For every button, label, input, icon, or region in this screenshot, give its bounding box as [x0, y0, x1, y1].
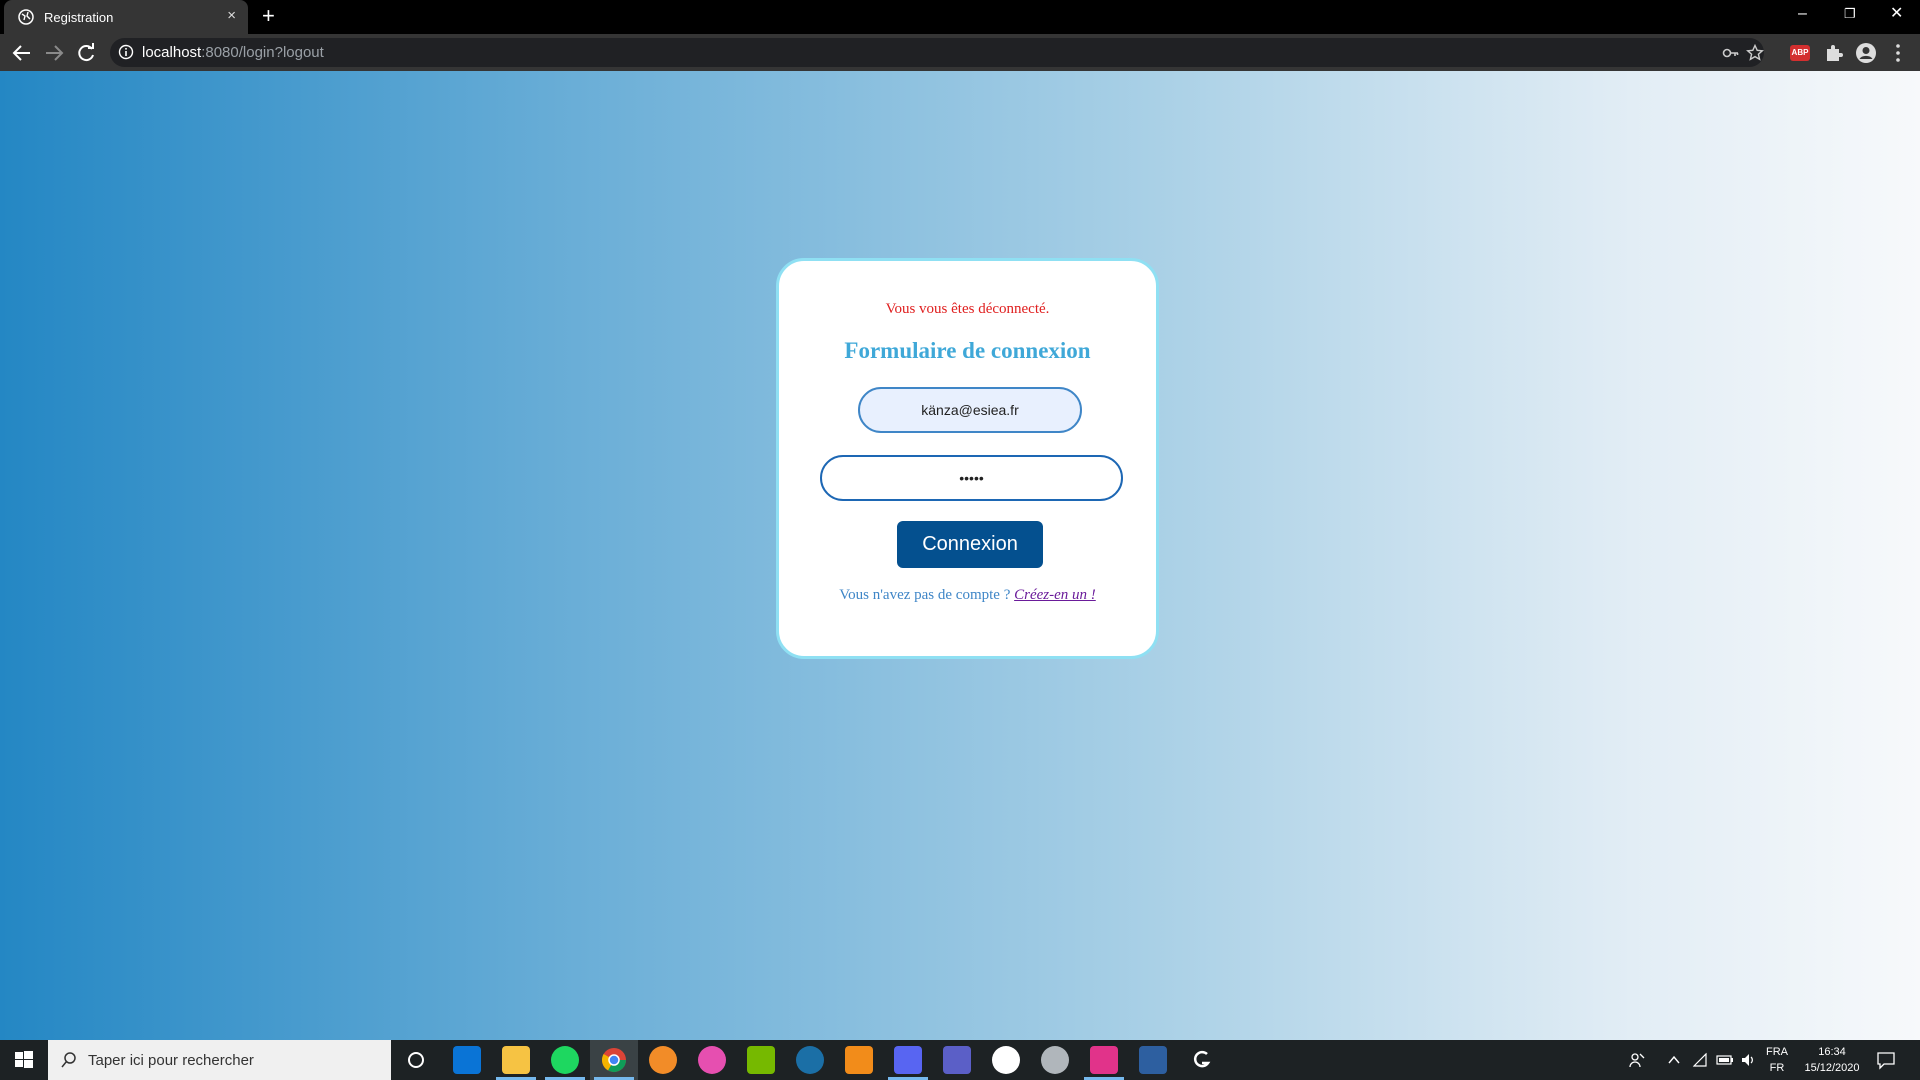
wifi-icon[interactable]	[1692, 1052, 1708, 1068]
language-code: FRA	[1766, 1046, 1788, 1058]
mail-icon[interactable]	[453, 1046, 481, 1074]
search-placeholder: Taper ici pour rechercher	[88, 1052, 254, 1069]
extensions-puzzle-icon[interactable]	[1822, 41, 1846, 65]
reload-icon[interactable]	[74, 41, 98, 65]
people-icon[interactable]	[1628, 1051, 1646, 1069]
fl-studio-icon[interactable]	[649, 1046, 677, 1074]
clock-time: 16:34	[1818, 1046, 1846, 1058]
app-icon[interactable]	[1041, 1046, 1069, 1074]
windows-start-icon[interactable]	[0, 1040, 48, 1080]
forward-arrow-icon[interactable]	[42, 41, 66, 65]
form-heading: Formulaire de connexion	[844, 338, 1091, 363]
tab-close-icon[interactable]: ×	[227, 8, 236, 24]
email-input[interactable]	[858, 387, 1082, 433]
key-icon[interactable]	[1722, 44, 1740, 62]
login-card: Vous vous êtes déconnecté. Formulaire de…	[776, 258, 1159, 659]
minimize-button[interactable]: –	[1798, 4, 1807, 24]
create-account-link[interactable]: Créez-en un !	[1014, 587, 1096, 603]
sublime-text-icon[interactable]	[845, 1046, 873, 1074]
browser-tab[interactable]: Registration ×	[4, 0, 248, 34]
password-input[interactable]	[820, 455, 1123, 501]
logout-message: Vous vous êtes déconnecté.	[885, 301, 1050, 317]
url-path: :8080/login?logout	[201, 44, 324, 61]
cortana-icon[interactable]	[402, 1046, 430, 1074]
logitech-icon[interactable]	[1188, 1046, 1216, 1074]
battery-icon[interactable]	[1716, 1052, 1734, 1068]
intellij-icon[interactable]	[1090, 1046, 1118, 1074]
windows-taskbar: Taper ici pour rechercher FRA FR 16:34 1…	[0, 1040, 1920, 1080]
nvidia-icon[interactable]	[747, 1046, 775, 1074]
connexion-button[interactable]: Connexion	[897, 521, 1043, 568]
restore-button[interactable]: ❐	[1844, 4, 1856, 24]
info-icon[interactable]	[118, 44, 134, 60]
profile-avatar-icon[interactable]	[1854, 41, 1878, 65]
bookmark-star-icon[interactable]	[1746, 44, 1764, 62]
clock[interactable]: 16:34 15/12/2020	[1800, 1044, 1864, 1076]
more-menu-icon[interactable]	[1886, 41, 1910, 65]
obs-icon[interactable]	[992, 1046, 1020, 1074]
volume-icon[interactable]	[1740, 1052, 1756, 1068]
search-icon	[61, 1052, 76, 1068]
address-bar[interactable]: localhost:8080/login?logout	[110, 38, 1764, 67]
teams-icon[interactable]	[943, 1046, 971, 1074]
tab-title: Registration	[44, 10, 114, 25]
browser-toolbar: localhost:8080/login?logout ABP	[0, 34, 1920, 71]
chevron-up-icon[interactable]	[1666, 1052, 1682, 1068]
adblock-icon[interactable]: ABP	[1790, 45, 1810, 61]
steam-icon[interactable]	[796, 1046, 824, 1074]
back-arrow-icon[interactable]	[10, 41, 34, 65]
new-tab-button[interactable]: +	[262, 5, 275, 27]
language-indicator[interactable]: FRA FR	[1762, 1044, 1792, 1076]
keyboard-layout: FR	[1769, 1062, 1785, 1074]
globe-icon	[18, 9, 34, 25]
window-close-button[interactable]: ✕	[1890, 4, 1903, 24]
url-host: localhost	[142, 44, 202, 61]
page-background: Vous vous êtes déconnecté. Formulaire de…	[0, 71, 1920, 1040]
no-account-text: Vous n'avez pas de compte ?	[839, 587, 1015, 603]
url-text: localhost:8080/login?logout	[142, 44, 324, 61]
signup-prompt: Vous n'avez pas de compte ? Créez-en un …	[779, 587, 1156, 604]
taskbar-search[interactable]: Taper ici pour rechercher	[48, 1040, 391, 1080]
ssms-icon[interactable]	[1139, 1046, 1167, 1074]
discord-icon[interactable]	[894, 1046, 922, 1074]
browser-tab-bar: Registration × + – ❐ ✕	[0, 0, 1920, 34]
notification-center-icon[interactable]	[1876, 1050, 1896, 1070]
itunes-icon[interactable]	[698, 1046, 726, 1074]
file-explorer-icon[interactable]	[502, 1046, 530, 1074]
chrome-icon[interactable]	[600, 1046, 628, 1074]
clock-date: 15/12/2020	[1804, 1062, 1860, 1074]
spotify-icon[interactable]	[551, 1046, 579, 1074]
